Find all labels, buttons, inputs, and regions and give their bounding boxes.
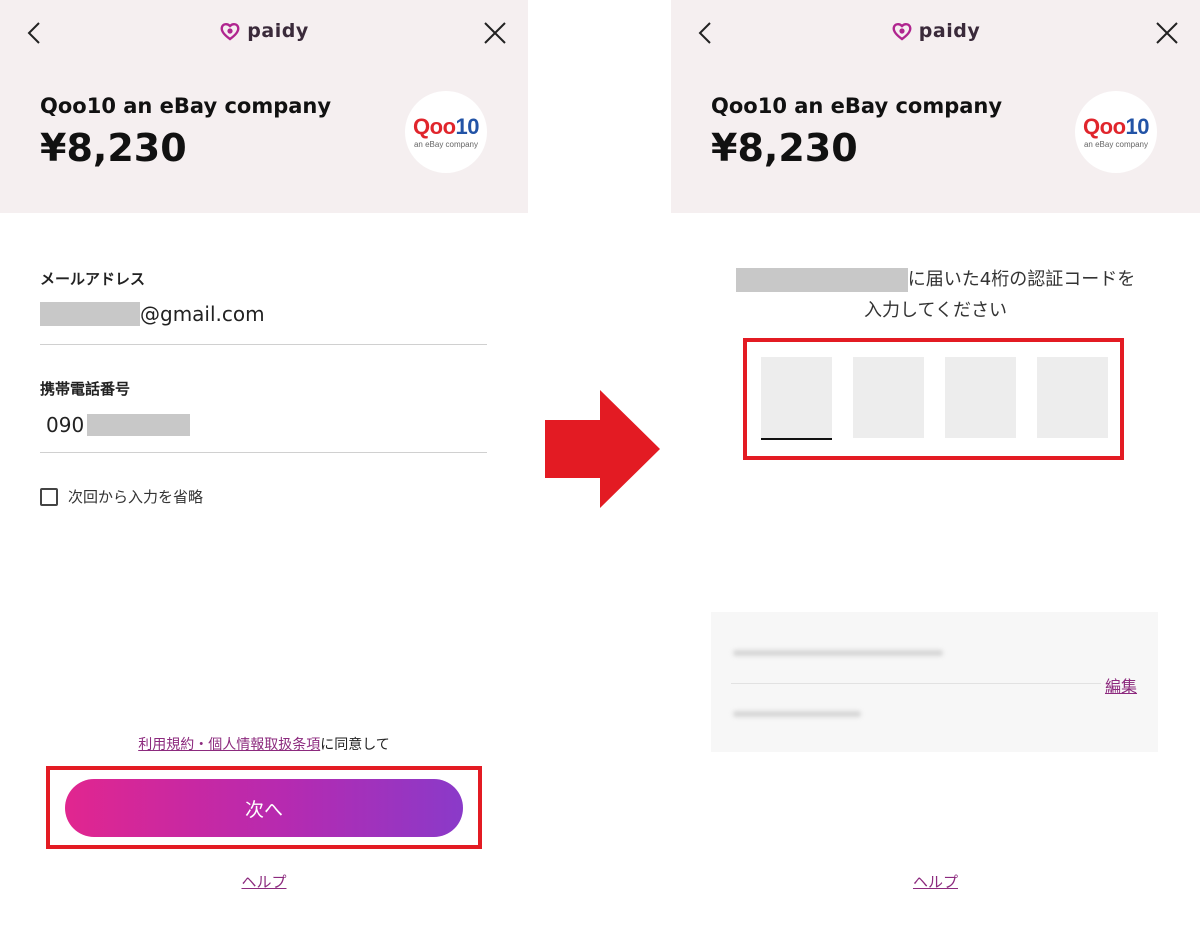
merchant-logo: Qoo10 an eBay company	[405, 91, 487, 173]
phone-prefix: 090	[46, 413, 85, 437]
payment-header: paidy Qoo10 an eBay company ¥8,230 Qoo10…	[0, 0, 528, 213]
help-link[interactable]: ヘルプ	[0, 871, 528, 892]
close-icon[interactable]	[480, 18, 510, 48]
terms-link[interactable]: 利用規約・個人情報取扱条項	[138, 737, 320, 753]
merchant-name: Qoo10 an eBay company	[40, 94, 332, 118]
blurred-contact-card	[711, 612, 1158, 752]
right-arrow-icon	[545, 390, 660, 508]
otp-digit-2[interactable]	[853, 357, 924, 438]
otp-message-line-2: 入力してください	[864, 300, 1007, 321]
blurred-email	[733, 650, 943, 656]
blurred-phone	[733, 711, 861, 717]
paidy-heart-logo-icon	[891, 20, 913, 42]
otp-message-line-1: に届いた4桁の認証コードを	[671, 264, 1200, 296]
otp-digit-3[interactable]	[945, 357, 1016, 438]
redacted-email	[40, 302, 140, 326]
email-suffix: @gmail.com	[140, 302, 265, 326]
otp-cursor	[761, 438, 832, 440]
merchant-name: Qoo10 an eBay company	[711, 94, 1003, 118]
paidy-brand: paidy	[0, 20, 528, 50]
login-screen: paidy Qoo10 an eBay company ¥8,230 Qoo10…	[0, 0, 528, 933]
remember-checkbox[interactable]	[40, 487, 58, 506]
email-underline	[40, 344, 487, 345]
paidy-heart-logo-icon	[219, 20, 241, 42]
otp-digit-1[interactable]	[761, 357, 832, 438]
redacted-contact	[735, 268, 908, 292]
payment-amount: ¥8,230	[40, 126, 187, 170]
payment-amount: ¥8,230	[711, 126, 858, 170]
email-label: メールアドレス	[40, 270, 146, 288]
payment-header: paidy Qoo10 an eBay company ¥8,230 Qoo10…	[671, 0, 1200, 213]
help-link[interactable]: ヘルプ	[671, 871, 1200, 892]
card-divider	[731, 683, 1101, 684]
merchant-logo: Qoo10 an eBay company	[1075, 91, 1157, 173]
redacted-phone	[87, 414, 191, 436]
phone-field[interactable]: 090	[46, 413, 191, 437]
phone-underline	[40, 452, 487, 453]
email-field[interactable]: @gmail.com	[40, 302, 265, 326]
next-button[interactable]: 次へ	[65, 779, 463, 837]
otp-screen: paidy Qoo10 an eBay company ¥8,230 Qoo10…	[671, 0, 1200, 933]
close-icon[interactable]	[1152, 18, 1182, 48]
brand-name: paidy	[918, 20, 981, 42]
edit-link[interactable]: 編集	[1105, 673, 1137, 697]
paidy-brand: paidy	[671, 20, 1200, 50]
remember-label: 次回から入力を省略	[68, 488, 204, 506]
terms-agreement: 利用規約・個人情報取扱条項に同意して	[0, 734, 528, 754]
otp-digit-4[interactable]	[1037, 357, 1108, 438]
terms-suffix: に同意して	[320, 737, 390, 753]
brand-name: paidy	[247, 20, 309, 42]
remember-checkbox-row[interactable]: 次回から入力を省略	[40, 486, 203, 507]
phone-label: 携帯電話番号	[40, 380, 131, 398]
